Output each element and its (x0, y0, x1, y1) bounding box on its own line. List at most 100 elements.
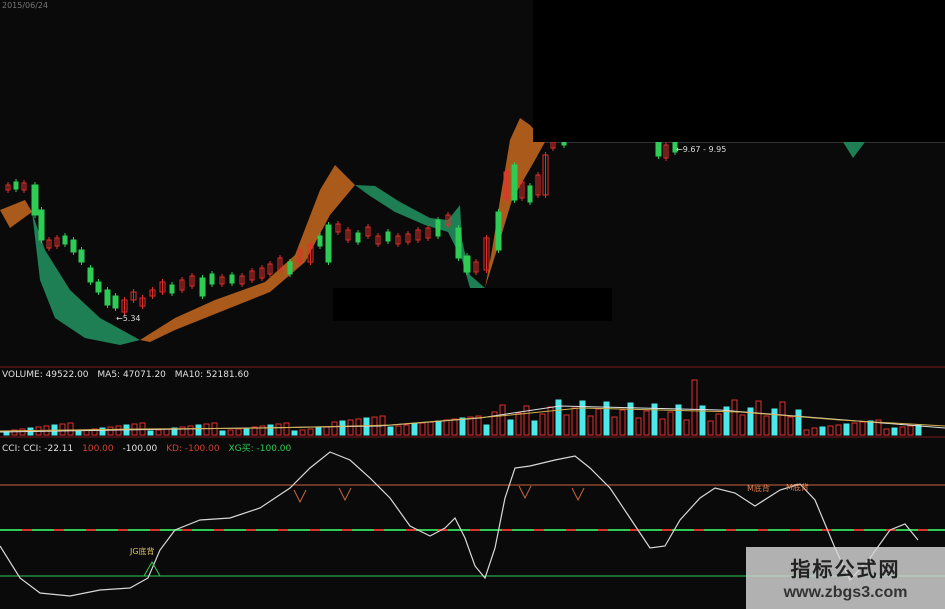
volume-bar-56 (451, 418, 458, 436)
candle-body-19 (169, 284, 175, 294)
volume-bar-106 (851, 422, 858, 436)
candle-body-49 (463, 255, 471, 273)
volume-bar-13 (107, 426, 114, 436)
volume-bar-60 (483, 424, 490, 436)
volume-bar-37 (299, 429, 306, 436)
price-panel[interactable]: ←5.34 ←9.67 - 9.95 (0, 0, 945, 368)
volume-bar-71 (571, 407, 578, 436)
volume-bar-40 (323, 426, 330, 436)
volume-bar-101 (811, 427, 818, 436)
volume-bar-111 (891, 427, 898, 436)
ma5-value: MA5: 47071.20 (97, 370, 166, 380)
volume-bar-39 (315, 427, 322, 436)
candle-body-1 (13, 181, 19, 190)
volume-bar-53 (427, 421, 434, 436)
volume-bar-96 (771, 408, 778, 436)
volume-bar-87 (699, 405, 706, 436)
m-signal-label-2: M底背 (786, 483, 809, 492)
candle-body-54 (511, 164, 518, 201)
volume-bar-20 (163, 428, 170, 436)
volume-value: VOLUME: 49522.00 (2, 370, 89, 380)
candle-body-34 (317, 235, 323, 247)
volume-bar-9 (75, 430, 82, 436)
volume-bar-107 (859, 421, 866, 436)
volume-bar-97 (779, 401, 786, 436)
volume-bar-92 (739, 414, 746, 436)
volume-bar-63 (507, 419, 514, 436)
jg-signal-label: JG底背 (130, 547, 155, 556)
volume-bar-82 (659, 418, 666, 436)
candle-body-13 (112, 295, 119, 309)
volume-bar-43 (347, 419, 354, 436)
volume-bar-49 (395, 425, 402, 436)
volume-bar-85 (683, 419, 690, 436)
volume-bar-64 (515, 412, 522, 436)
candle-body-23 (209, 273, 215, 285)
volume-bar-83 (667, 411, 674, 436)
ma10-value: MA10: 52181.60 (174, 370, 249, 380)
volume-bar-80 (643, 410, 650, 436)
volume-bar-42 (339, 420, 346, 436)
top-right-mask (533, 0, 945, 142)
cci-value: CCI: CCI: -22.11 (2, 444, 74, 454)
volume-bar-104 (835, 424, 842, 436)
volume-bar-74 (595, 408, 602, 436)
candle-body-35 (325, 224, 332, 263)
center-mask (333, 288, 612, 321)
volume-bar-76 (611, 416, 618, 436)
ribbon-band-5 (843, 142, 865, 158)
volume-bar-19 (155, 429, 162, 436)
volume-bar-79 (635, 417, 642, 436)
low-price-label: ←5.34 (116, 314, 141, 323)
volume-bar-99 (795, 409, 802, 436)
candle-body-56 (527, 185, 533, 203)
volume-bar-57 (459, 417, 466, 436)
volume-bar-51 (411, 423, 418, 436)
volume-bar-38 (307, 428, 314, 436)
volume-bar-103 (827, 425, 834, 436)
volume-bar-35 (283, 422, 290, 436)
candle-body-41 (385, 231, 391, 242)
candle-body-8 (70, 239, 77, 253)
candle-body-25 (229, 274, 235, 284)
volume-bar-33 (267, 424, 274, 436)
volume-bar-27 (219, 430, 226, 436)
cci-signal-marker-0 (293, 489, 307, 504)
candle-body-10 (87, 267, 94, 283)
ribbon-band-1 (32, 212, 140, 345)
volume-bar-52 (419, 422, 426, 436)
volume-bar-24 (195, 424, 202, 436)
volume-bar-36 (291, 430, 298, 436)
volume-bar-88 (707, 420, 714, 436)
volume-bar-95 (763, 415, 770, 436)
volume-header: VOLUME: 49522.00 MA5: 47071.20 MA10: 521… (2, 370, 255, 380)
watermark: 指标公式网 www.zbgs3.com (746, 547, 945, 609)
volume-bar-34 (275, 423, 282, 436)
volume-bar-58 (467, 416, 474, 436)
candle-body-4 (38, 209, 45, 241)
candle-body-22 (199, 277, 206, 297)
volume-bar-48 (387, 426, 394, 436)
candle-body-48 (455, 227, 462, 259)
volume-panel[interactable]: VOLUME: 49522.00 MA5: 47071.20 MA10: 521… (0, 368, 945, 438)
volume-bar-55 (443, 419, 450, 436)
volume-bar-77 (619, 409, 626, 436)
volume-bar-30 (243, 427, 250, 436)
watermark-url: www.zbgs3.com (783, 584, 908, 601)
volume-bar-110 (883, 428, 890, 436)
range-label: ←9.67 - 9.95 (676, 145, 727, 154)
candle-body-61 (655, 141, 662, 157)
volume-bar-89 (715, 413, 722, 436)
volume-bar-59 (475, 415, 482, 436)
volume-bar-112 (899, 426, 906, 436)
candle-body-9 (78, 249, 85, 263)
volume-bar-18 (147, 430, 154, 436)
candle-body-3 (31, 184, 39, 216)
volume-bar-105 (843, 423, 850, 436)
cci-header: CCI: CCI: -22.11 100.00 -100.00 KD: -100… (2, 441, 297, 454)
volume-bar-7 (59, 423, 66, 436)
volume-bar-91 (731, 399, 738, 436)
volume-bar-100 (803, 429, 810, 436)
volume-bar-66 (531, 420, 538, 436)
volume-bar-98 (787, 416, 794, 436)
